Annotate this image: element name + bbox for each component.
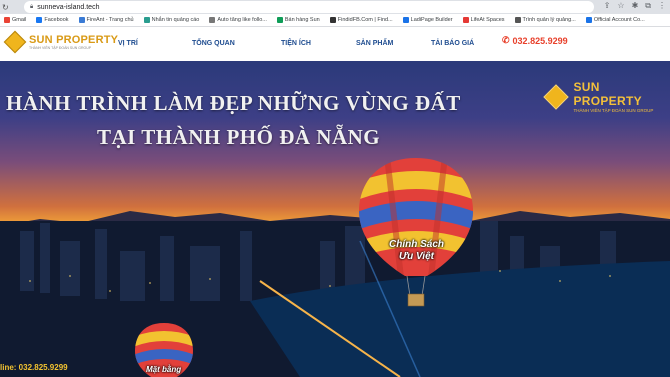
bookmark-label: Trình quản lý quảng... — [522, 17, 576, 23]
bookmark-favicon-icon — [514, 17, 521, 23]
hero-banner: HÀNH TRÌNH LÀM ĐẸP NHỮNG VÙNG ĐẤT TẠI TH… — [0, 61, 670, 377]
share-icon[interactable]: ⇪ — [604, 1, 611, 11]
bookmark-favicon-icon — [329, 17, 336, 23]
bookmark-favicon-icon — [143, 17, 150, 23]
site-header: SUN PROPERTY THÀNH VIÊN TẬP ĐOÀN SUN GRO… — [0, 27, 670, 61]
phone-number: 032.825.9299 — [512, 35, 568, 46]
hero-logo-diamond-icon — [541, 82, 570, 112]
browser-actions: ⇪ ☆ ✱ ⧉ ⋮ — [604, 1, 666, 11]
bookmark-item[interactable]: Gmail — [4, 17, 26, 23]
bookmark-label: LifeAt Spaces — [470, 17, 505, 23]
menu-tien-ich[interactable]: TIỆN ÍCH — [281, 40, 311, 47]
menu-tai-bao-gia[interactable]: TẢI BÁO GIÁ — [431, 40, 474, 47]
bookmark-favicon-icon — [402, 17, 409, 23]
bookmark-favicon-icon — [209, 17, 216, 23]
hot-air-balloon-large[interactable] — [357, 156, 475, 308]
logo-subtext: THÀNH VIÊN TẬP ĐOÀN SUN GROUP — [29, 46, 92, 50]
phone-icon: ✆ — [502, 35, 510, 45]
url-text: sunneva-island.tech — [37, 3, 100, 11]
bookmark-label: Auto tăng like follo... — [217, 17, 267, 23]
bookmark-label: Nhắn tin quảng cáo — [151, 17, 200, 23]
bookmark-item[interactable]: Trình quản lý quảng... — [514, 17, 576, 23]
balloon-label-line1: Chính Sách — [389, 239, 445, 250]
bookmark-item[interactable]: Official Account Co... — [585, 17, 645, 23]
bookmark-favicon-icon — [78, 17, 85, 23]
puzzle-icon[interactable]: ⧉ — [645, 1, 651, 11]
bookmark-favicon-icon — [36, 17, 43, 23]
bookmark-label: Gmail — [12, 17, 27, 23]
bookmark-label: Facebook — [44, 17, 69, 23]
bookmark-favicon-icon — [462, 17, 469, 23]
bookmark-label: FireAnt - Trang chủ — [86, 17, 134, 23]
bookmark-item[interactable]: FindidFB.Com | Find... — [329, 17, 393, 23]
star-icon[interactable]: ☆ — [617, 1, 624, 11]
menu-icon[interactable]: ⋮ — [658, 1, 666, 11]
bookmark-item[interactable]: Auto tăng like follo... — [209, 17, 267, 23]
menu-tong-quan[interactable]: TỔNG QUAN — [192, 40, 235, 47]
address-bar[interactable]: 🔒︎ sunneva-island.tech — [24, 1, 594, 13]
balloon-label-small[interactable]: Mặt bằng — [146, 365, 181, 374]
bookmark-item[interactable]: LifeAt Spaces — [462, 17, 505, 23]
hero-logo: SUN PROPERTY THÀNH VIÊN TẬP ĐOÀN SUN GRO… — [541, 80, 670, 113]
hotline-text[interactable]: line: 032.825.9299 — [0, 363, 68, 372]
bookmark-item[interactable]: Nhắn tin quảng cáo — [143, 17, 200, 23]
bookmark-item[interactable]: FireAnt - Trang chủ — [78, 17, 134, 23]
bookmark-item[interactable]: LadiPage Builder — [402, 17, 453, 23]
bookmark-favicon-icon — [585, 17, 592, 23]
balloon-label-large[interactable]: Chính Sách Ưu Việt — [389, 239, 444, 263]
logo-text: SUN PROPERTY — [29, 34, 119, 46]
bookmark-label: Official Account Co... — [593, 17, 645, 23]
lock-icon: 🔒︎ — [30, 3, 34, 10]
bookmark-favicon-icon — [4, 17, 10, 23]
city-skyline — [0, 221, 670, 377]
menu-san-pham[interactable]: SẢN PHẨM — [356, 40, 393, 47]
menu-vi-tri[interactable]: VỊ TRÍ — [118, 40, 138, 47]
hero-title-line2: TẠI THÀNH PHỐ ĐÀ NẴNG — [97, 125, 381, 149]
bookmark-label: LadiPage Builder — [410, 17, 453, 23]
hero-logo-name: SUN PROPERTY — [573, 80, 642, 108]
hero-logo-sub: THÀNH VIÊN TẬP ĐOÀN SUN GROUP — [573, 108, 654, 113]
browser-nav: ↻ — [0, 3, 9, 12]
reload-icon[interactable]: ↻ — [2, 3, 9, 12]
bookmark-label: FindidFB.Com | Find... — [337, 17, 393, 23]
bookmark-item[interactable]: Facebook — [36, 17, 69, 23]
hero-title-line1: HÀNH TRÌNH LÀM ĐẸP NHỮNG VÙNG ĐẤT — [6, 91, 461, 115]
header-phone[interactable]: ✆ 032.825.9299 — [502, 35, 568, 46]
logo-diamond-icon — [3, 30, 27, 54]
bookmark-label: Bán hàng Sun — [284, 17, 320, 23]
extension-icon[interactable]: ✱ — [632, 1, 639, 11]
bookmark-item[interactable]: Bán hàng Sun — [276, 17, 320, 23]
bookmarks-bar: Gmail Facebook FireAnt - Trang chủ Nhắn tin… — [0, 14, 670, 27]
bookmark-favicon-icon — [276, 17, 283, 23]
browser-toolbar: ↻ 🔒︎ sunneva-island.tech ⇪ ☆ ✱ ⧉ ⋮ — [0, 0, 670, 14]
balloon-label-line2: Ưu Việt — [399, 251, 434, 262]
site-logo[interactable]: SUN PROPERTY THÀNH VIÊN TẬP ĐOÀN SUN GRO… — [3, 30, 118, 54]
